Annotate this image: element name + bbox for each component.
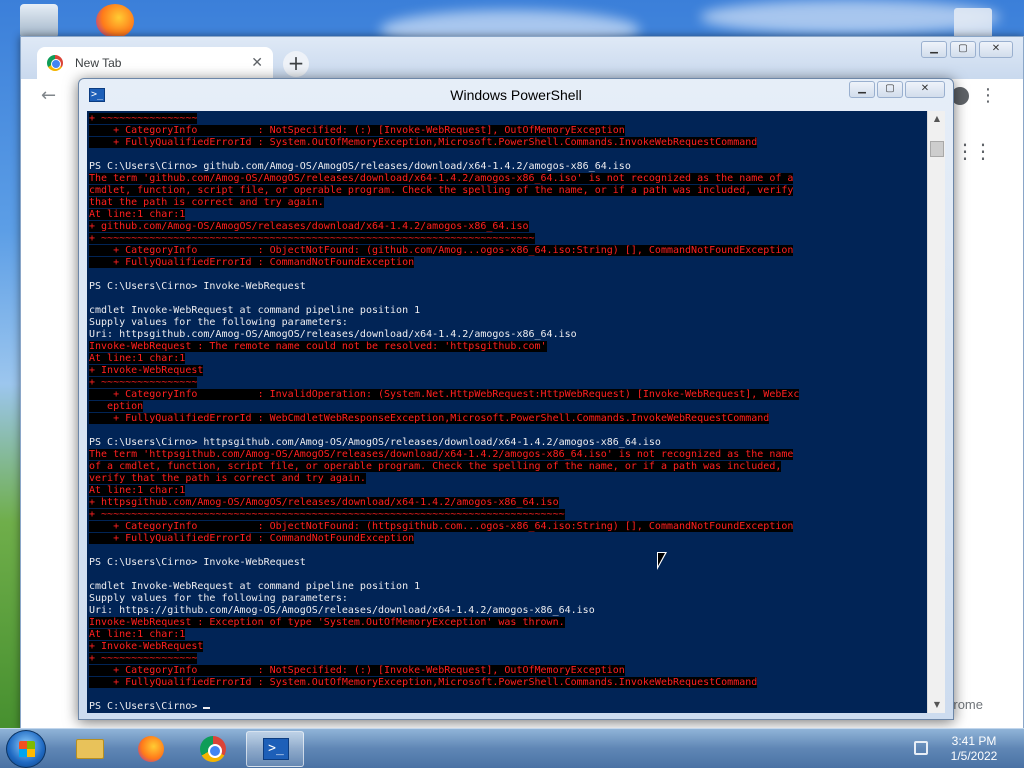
console-error-line: + FullyQualifiedErrorId : WebCmdletWebRe…: [89, 413, 770, 424]
console-output-line: PS C:\Users\Cirno> github.com/Amog-OS/Am…: [89, 161, 631, 172]
console-output-line: Uri: httpsgithub.com/Amog-OS/AmogOS/rele…: [89, 329, 577, 340]
console-output-line: PS C:\Users\Cirno> Invoke-WebRequest: [89, 557, 306, 568]
powershell-icon: >_: [263, 738, 289, 760]
console-error-line: + ~~~~~~~~~~~~~~~~: [89, 377, 198, 388]
close-button[interactable]: ✕: [905, 81, 945, 98]
console-error-line: At line:1 char:1: [89, 629, 186, 640]
more-menu-icon[interactable]: ⋮: [979, 85, 997, 106]
prompt-text: PS C:\Users\Cirno>: [89, 701, 204, 712]
console-error-line: The term 'httpsgithub.com/Amog-OS/AmogOS…: [89, 449, 794, 460]
console-error-line: + github.com/Amog-OS/AmogOS/releases/dow…: [89, 221, 529, 232]
powershell-window-controls: ▁ ▢ ✕: [849, 81, 945, 98]
console-output-line: cmdlet Invoke-WebRequest at command pipe…: [89, 305, 421, 316]
explorer-taskbar-button[interactable]: [60, 731, 118, 767]
network-icon[interactable]: [914, 741, 928, 755]
minimize-button[interactable]: ▁: [849, 81, 875, 98]
console-error-line: + CategoryInfo : NotSpecified: (:) [Invo…: [89, 665, 625, 676]
console-error-line: of a cmdlet, function, script file, or o…: [89, 461, 782, 472]
recycle-bin-icon[interactable]: [20, 4, 58, 38]
chrome-logo-icon: [47, 55, 63, 71]
folder-icon: [76, 739, 104, 759]
console-error-line: + FullyQualifiedErrorId : CommandNotFoun…: [89, 533, 415, 544]
windows-logo-icon: [19, 741, 35, 757]
window-title: Windows PowerShell: [450, 87, 582, 103]
console-error-line: + Invoke-WebRequest: [89, 365, 204, 376]
console-error-line: At line:1 char:1: [89, 209, 186, 220]
vertical-scrollbar[interactable]: ▲ ▼: [927, 111, 945, 713]
chrome-window-controls: ▁ ▢ ✕: [921, 41, 1013, 58]
console-output-line: PS C:\Users\Cirno> httpsgithub.com/Amog-…: [89, 437, 661, 448]
console-error-line: Invoke-WebRequest : The remote name coul…: [89, 341, 547, 352]
tab-title: New Tab: [75, 56, 122, 70]
console-error-line: + FullyQualifiedErrorId : System.OutOfMe…: [89, 137, 758, 148]
back-arrow-icon[interactable]: ←: [41, 85, 56, 106]
console-error-line: + FullyQualifiedErrorId : CommandNotFoun…: [89, 257, 415, 268]
console-error-line: + CategoryInfo : ObjectNotFound: (github…: [89, 245, 794, 256]
taskbar-clock[interactable]: 3:41 PM 1/5/2022: [944, 734, 1004, 764]
text-cursor: [203, 707, 211, 709]
console-error-line: + ~~~~~~~~~~~~~~~~~~~~~~~~~~~~~~~~~~~~~~…: [89, 233, 535, 244]
console-output-line: Uri: https://github.com/Amog-OS/AmogOS/r…: [89, 605, 595, 616]
console-error-line: + CategoryInfo : ObjectNotFound: (httpsg…: [89, 521, 794, 532]
console-output-line: Supply values for the following paramete…: [89, 593, 348, 604]
chrome-taskbar-button[interactable]: [184, 731, 242, 767]
console-error-line: cmdlet, function, script file, or operab…: [89, 185, 794, 196]
minimize-button[interactable]: ▁: [921, 41, 947, 58]
clock-time: 3:41 PM: [951, 734, 997, 748]
console-error-line: + FullyQualifiedErrorId : System.OutOfMe…: [89, 677, 758, 688]
console-error-line: + Invoke-WebRequest: [89, 641, 204, 652]
console-prompt[interactable]: PS C:\Users\Cirno>: [89, 701, 929, 713]
console-output-line: cmdlet Invoke-WebRequest at command pipe…: [89, 581, 421, 592]
new-tab-button[interactable]: +: [283, 51, 309, 77]
console-output[interactable]: + ~~~~~~~~~~~~~~~~ + CategoryInfo : NotS…: [87, 111, 929, 713]
console-lines: + ~~~~~~~~~~~~~~~~ + CategoryInfo : NotS…: [89, 113, 929, 713]
taskbar: >_ 3:41 PM 1/5/2022: [0, 728, 1024, 768]
console-error-line: verify that the path is correct and try …: [89, 473, 366, 484]
console-error-line: eption: [89, 401, 144, 412]
console-error-line: + ~~~~~~~~~~~~~~~~: [89, 653, 198, 664]
scroll-down-arrow-icon[interactable]: ▼: [928, 697, 946, 713]
powershell-window: >_ Windows PowerShell ▁ ▢ ✕ + ~~~~~~~~~~…: [78, 78, 954, 720]
chrome-icon: [200, 736, 226, 762]
scroll-thumb[interactable]: [930, 141, 944, 157]
console-error-line: At line:1 char:1: [89, 485, 186, 496]
scroll-up-arrow-icon[interactable]: ▲: [928, 111, 946, 127]
console-error-line: At line:1 char:1: [89, 353, 186, 364]
chrome-partial-text: rome: [953, 697, 983, 712]
powershell-title-bar[interactable]: >_ Windows PowerShell ▁ ▢ ✕: [79, 79, 953, 111]
maximize-button[interactable]: ▢: [950, 41, 976, 58]
console-output-line: PS C:\Users\Cirno> Invoke-WebRequest: [89, 281, 306, 292]
maximize-button[interactable]: ▢: [877, 81, 903, 98]
chrome-tab-strip: New Tab ✕ + ▁ ▢ ✕: [21, 37, 1023, 79]
console-error-line: that the path is correct and try again.: [89, 197, 324, 208]
close-button[interactable]: ✕: [979, 41, 1013, 58]
mouse-pointer-icon: [657, 552, 667, 570]
console-error-line: + httpsgithub.com/Amog-OS/AmogOS/release…: [89, 497, 559, 508]
start-button[interactable]: [6, 730, 46, 768]
clock-date: 1/5/2022: [950, 749, 998, 763]
console-output-line: Supply values for the following paramete…: [89, 317, 348, 328]
console-error-line: + CategoryInfo : NotSpecified: (:) [Invo…: [89, 125, 625, 136]
console-error-line: Invoke-WebRequest : Exception of type 'S…: [89, 617, 565, 628]
firefox-desktop-icon[interactable]: [96, 4, 134, 38]
console-error-line: + CategoryInfo : InvalidOperation: (Syst…: [89, 389, 800, 400]
chrome-tab-new-tab[interactable]: New Tab ✕: [37, 47, 273, 79]
firefox-icon: [138, 736, 164, 762]
console-error-line: The term 'github.com/Amog-OS/AmogOS/rele…: [89, 173, 794, 184]
console-error-line: + ~~~~~~~~~~~~~~~~: [89, 113, 198, 124]
firefox-taskbar-button[interactable]: [122, 731, 180, 767]
powershell-taskbar-button[interactable]: >_: [246, 731, 304, 767]
console-error-line: + ~~~~~~~~~~~~~~~~~~~~~~~~~~~~~~~~~~~~~~…: [89, 509, 565, 520]
tab-close-icon[interactable]: ✕: [251, 55, 263, 71]
